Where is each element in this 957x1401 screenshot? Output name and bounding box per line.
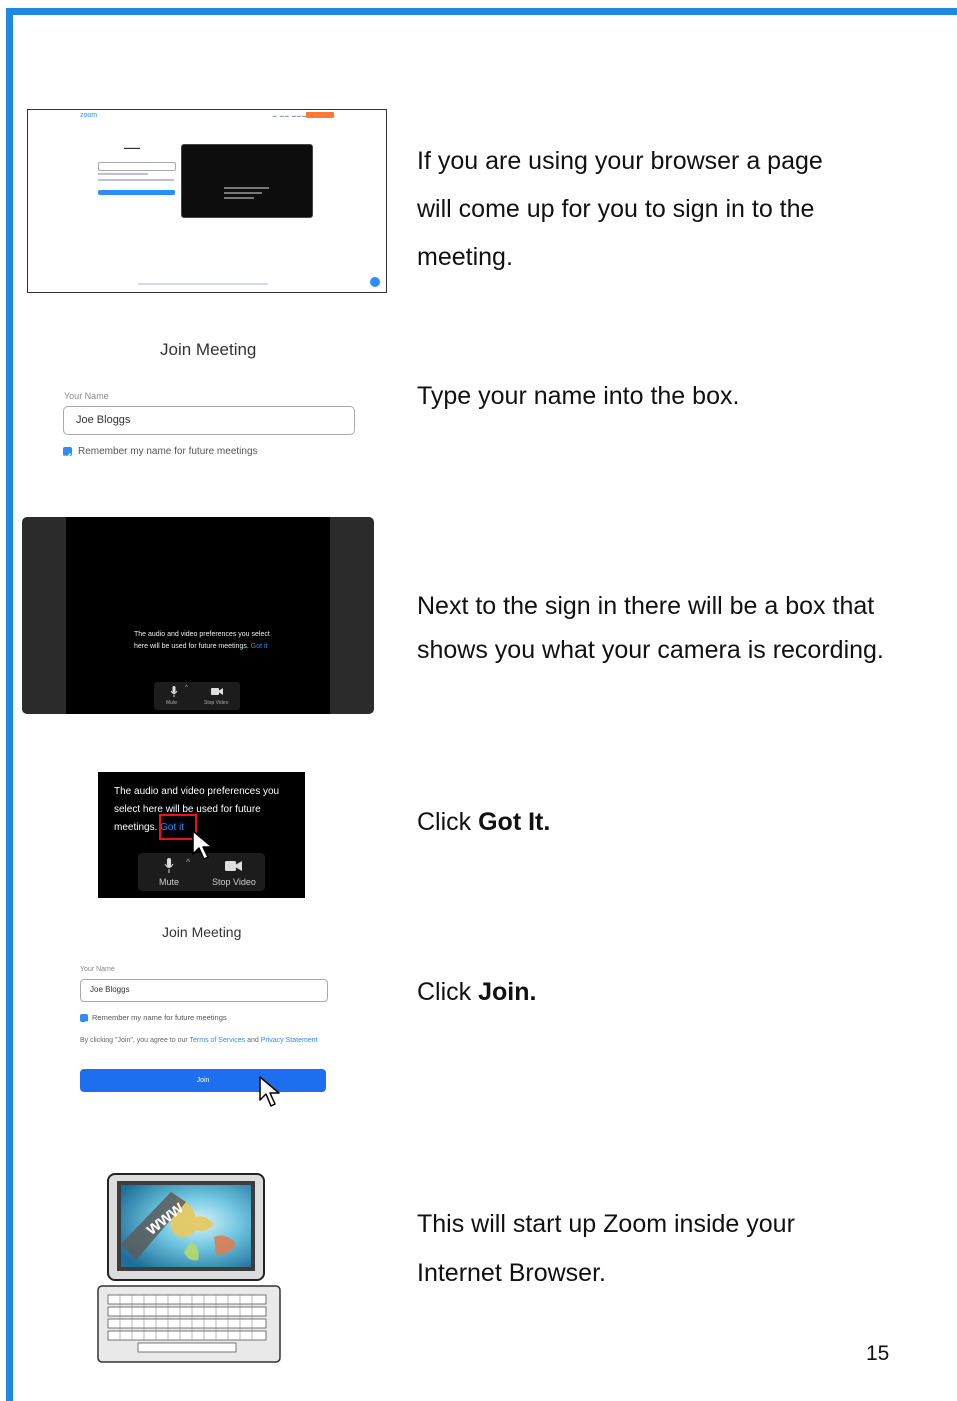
mute-label: Mute bbox=[166, 700, 178, 706]
step-5-text: Click Join. bbox=[417, 978, 537, 1006]
mouse-pointer-icon bbox=[192, 830, 213, 860]
mute-label: Mute bbox=[159, 877, 180, 887]
privacy-statement-link[interactable]: Privacy Statement bbox=[261, 1037, 318, 1044]
remember-line-thumbnail bbox=[98, 173, 148, 175]
remember-name-label: Remember my name for future meetings bbox=[78, 446, 258, 457]
step-1-text: If you are using your browser a page wil… bbox=[417, 147, 823, 271]
zoom-logo: zoom bbox=[80, 112, 98, 119]
camera-tip-line bbox=[224, 192, 262, 194]
video-camera-icon[interactable] bbox=[225, 861, 242, 871]
remember-name-checkbox[interactable] bbox=[80, 1014, 88, 1026]
terms-of-service-link[interactable]: Terms of Services bbox=[190, 1037, 246, 1044]
mouse-pointer-icon bbox=[259, 1076, 280, 1107]
microphone-icon bbox=[170, 686, 178, 697]
camera-tip-text: The audio and video preferences you sele… bbox=[134, 631, 270, 650]
step-3-text: Next to the sign in there will be a box … bbox=[417, 592, 884, 664]
camera-tip-line bbox=[224, 187, 269, 189]
step-2-text: Type your name into the box. bbox=[417, 382, 740, 410]
join-button-thumbnail bbox=[98, 190, 175, 195]
terms-notice: By clicking "Join", you agree to our Ter… bbox=[80, 1037, 318, 1044]
step-4-text: Click Got It. bbox=[417, 808, 551, 836]
help-icon bbox=[370, 277, 380, 287]
camera-controls-bar: ^ Mute Stop Video bbox=[154, 682, 240, 710]
laptop-browser-illustration: www bbox=[97, 1173, 281, 1363]
your-name-label: Your Name bbox=[80, 966, 115, 973]
your-name-label: Your Name bbox=[64, 391, 109, 401]
browser-join-page-screenshot: zoom ▬ ▬▬ ▬▬▬ ▬ ▬▬▬▬ bbox=[27, 109, 387, 293]
your-name-input[interactable]: Joe Bloggs bbox=[80, 979, 328, 1002]
page-border-left bbox=[6, 8, 13, 1401]
microphone-icon[interactable] bbox=[164, 858, 174, 874]
remember-name-label: Remember my name for future meetings bbox=[92, 1013, 227, 1022]
got-it-link-small: Got it bbox=[250, 643, 268, 650]
footer-thumbnail bbox=[138, 283, 268, 285]
remember-name-checkbox[interactable] bbox=[63, 447, 72, 459]
camera-preview-screenshot: The audio and video preferences you sele… bbox=[22, 517, 374, 714]
got-it-screenshot: The audio and video preferences you sele… bbox=[98, 772, 305, 898]
terms-line-thumbnail bbox=[98, 179, 174, 181]
check-icon bbox=[81, 1020, 87, 1026]
stop-video-label: Stop Video bbox=[204, 700, 229, 706]
page-border-top bbox=[6, 8, 957, 15]
page-number: 15 bbox=[866, 1342, 890, 1365]
name-input-thumbnail bbox=[98, 162, 176, 171]
join-meeting-title-thumbnail: ▬▬▬▬ bbox=[124, 145, 140, 150]
camera-preview-thumbnail bbox=[181, 144, 313, 218]
signup-button-thumbnail bbox=[306, 112, 334, 118]
step-6-text: This will start up Zoom inside your Inte… bbox=[417, 1210, 795, 1287]
join-button[interactable]: Join bbox=[80, 1069, 326, 1092]
join-meeting-title: Join Meeting bbox=[162, 924, 242, 940]
your-name-value: Joe Bloggs bbox=[76, 414, 131, 426]
stop-video-label: Stop Video bbox=[212, 877, 256, 887]
join-meeting-title: Join Meeting bbox=[160, 340, 257, 359]
check-icon bbox=[64, 453, 72, 459]
your-name-input[interactable]: Joe Bloggs bbox=[63, 406, 355, 435]
your-name-value: Joe Bloggs bbox=[90, 985, 130, 994]
chevron-up-icon[interactable]: ^ bbox=[186, 857, 190, 867]
video-camera-icon bbox=[211, 688, 223, 695]
preferences-tip-text: The audio and video preferences you sele… bbox=[114, 786, 280, 833]
camera-tip-line bbox=[224, 197, 254, 199]
chevron-up-icon: ^ bbox=[185, 685, 188, 691]
